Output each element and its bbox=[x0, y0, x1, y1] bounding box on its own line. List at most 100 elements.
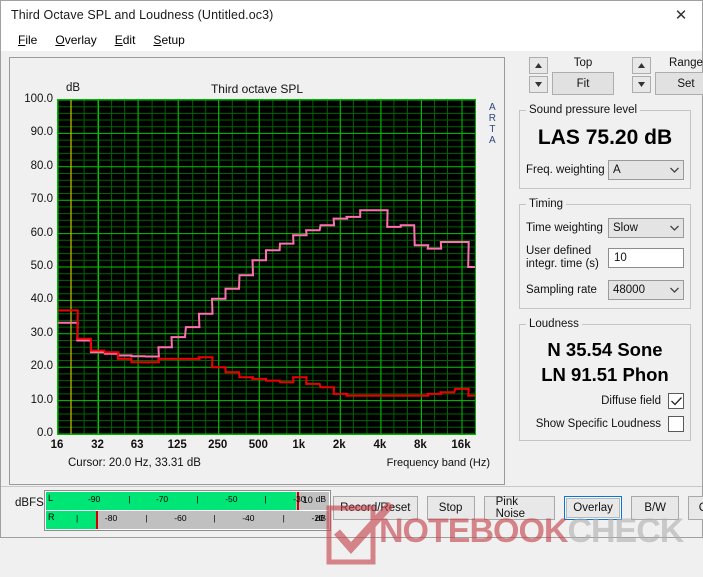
timing-group-label: Timing bbox=[526, 198, 566, 210]
app-window: Third Octave SPL and Loudness (Untitled.… bbox=[0, 0, 703, 538]
top-control-group: Top Fit bbox=[529, 57, 614, 95]
meter-tick: | bbox=[76, 513, 78, 523]
spl-plot bbox=[58, 100, 475, 434]
left-peak-value: 10 bbox=[303, 495, 313, 505]
freq-weighting-select[interactable]: A bbox=[608, 160, 684, 180]
button-overlay[interactable]: Overlay bbox=[564, 496, 622, 520]
cursor-readout: Cursor: 20.0 Hz, 33.31 dB bbox=[68, 457, 201, 469]
menu-edit-accel: E bbox=[115, 33, 123, 47]
right-peak-marker bbox=[96, 511, 98, 529]
menu-overlay[interactable]: Overlay bbox=[46, 31, 105, 49]
range-set-button[interactable]: Set bbox=[655, 72, 703, 95]
loudness-sone-value: N 35.54 Sone bbox=[526, 338, 684, 361]
menu-edit-label: dit bbox=[123, 33, 136, 47]
spl-group-label: Sound pressure level bbox=[526, 104, 640, 116]
title-bar: Third Octave SPL and Loudness (Untitled.… bbox=[1, 1, 702, 29]
top-decrease-icon[interactable] bbox=[529, 76, 548, 93]
range-increase-icon[interactable] bbox=[632, 57, 651, 74]
x-axis-labels: 1632631252505001k2k4k8k16k bbox=[57, 439, 476, 455]
meter-tick: -60 bbox=[174, 513, 186, 523]
right-channel-label: R bbox=[48, 512, 55, 522]
x-axis-title: Frequency band (Hz) bbox=[387, 457, 490, 469]
meter-tick: | bbox=[128, 494, 130, 504]
top-increase-icon[interactable] bbox=[529, 57, 548, 74]
left-unit-label: dB bbox=[316, 494, 326, 504]
integration-time-input[interactable]: 10 bbox=[608, 248, 684, 268]
x-tick-label: 4k bbox=[373, 439, 386, 451]
loudness-phon-value: LN 91.51 Phon bbox=[526, 363, 684, 386]
y-tick-label: 20.0 bbox=[31, 360, 53, 372]
menu-setup[interactable]: Setup bbox=[144, 31, 193, 49]
meter-tick: -40 bbox=[242, 513, 254, 523]
sampling-rate-value: 48000 bbox=[613, 284, 670, 296]
close-icon[interactable]: ✕ bbox=[660, 2, 702, 29]
meter-tick: -90 bbox=[88, 494, 100, 504]
y-tick-label: 60.0 bbox=[31, 227, 53, 239]
freq-weighting-row: Freq. weighting A bbox=[526, 160, 684, 180]
sampling-rate-row: Sampling rate 48000 bbox=[526, 280, 684, 300]
time-weighting-value: Slow bbox=[613, 222, 670, 234]
show-specific-loudness-label: Show Specific Loudness bbox=[536, 418, 661, 430]
menu-edit[interactable]: Edit bbox=[106, 31, 145, 49]
time-weighting-label: Time weighting bbox=[526, 222, 608, 235]
button-stop[interactable]: Stop bbox=[427, 496, 475, 520]
top-caption: Top bbox=[574, 57, 593, 69]
menu-setup-label: etup bbox=[161, 33, 184, 47]
meter-tick: | bbox=[145, 513, 147, 523]
chevron-down-icon bbox=[670, 225, 679, 231]
chevron-down-icon bbox=[670, 167, 679, 173]
show-specific-loudness-row[interactable]: Show Specific Loudness bbox=[526, 416, 684, 432]
chart-title: Third octave SPL bbox=[10, 82, 504, 96]
meter-tick: -80 bbox=[105, 513, 117, 523]
button-record-reset[interactable]: Record/Reset bbox=[333, 496, 418, 520]
button-copy[interactable]: Copy bbox=[688, 496, 703, 520]
chevron-down-icon bbox=[670, 287, 679, 293]
freq-weighting-label: Freq. weighting bbox=[526, 164, 608, 177]
level-meter-right[interactable]: R |-80|-60|-40|-20| dB bbox=[46, 511, 329, 529]
x-tick-label: 8k bbox=[414, 439, 427, 451]
x-tick-label: 1k bbox=[292, 439, 305, 451]
y-tick-label: 70.0 bbox=[31, 193, 53, 205]
level-meter-left[interactable]: L -90|-70|-50|-30| 10 dB bbox=[46, 492, 329, 510]
menu-file[interactable]: File bbox=[9, 31, 46, 49]
settings-panel: Top Fit Range Set Sound pressure bbox=[511, 53, 697, 485]
range-spinner bbox=[632, 57, 649, 95]
right-unit-label: dB bbox=[316, 513, 326, 523]
sampling-rate-select[interactable]: 48000 bbox=[608, 280, 684, 300]
scale-controls: Top Fit Range Set bbox=[511, 53, 697, 95]
y-tick-label: 100.0 bbox=[24, 93, 53, 105]
x-tick-label: 32 bbox=[91, 439, 104, 451]
y-tick-label: 0.0 bbox=[37, 427, 53, 439]
sound-pressure-level-group: Sound pressure level LAS 75.20 dB Freq. … bbox=[519, 104, 691, 189]
window-title: Third Octave SPL and Loudness (Untitled.… bbox=[11, 8, 273, 22]
x-tick-label: 125 bbox=[168, 439, 187, 451]
diffuse-field-label: Diffuse field bbox=[601, 395, 661, 407]
show-specific-loudness-checkbox[interactable] bbox=[668, 416, 684, 432]
x-tick-label: 2k bbox=[333, 439, 346, 451]
x-tick-label: 63 bbox=[131, 439, 144, 451]
y-tick-label: 50.0 bbox=[31, 260, 53, 272]
left-level-fill bbox=[46, 492, 296, 510]
time-weighting-select[interactable]: Slow bbox=[608, 218, 684, 238]
plot-area[interactable] bbox=[57, 99, 476, 435]
loudness-group: Loudness N 35.54 Sone LN 91.51 Phon Diff… bbox=[519, 318, 691, 441]
range-column: Range Set bbox=[655, 57, 703, 95]
top-fit-button[interactable]: Fit bbox=[552, 72, 614, 95]
range-decrease-icon[interactable] bbox=[632, 76, 651, 93]
x-tick-label: 250 bbox=[208, 439, 227, 451]
top-column: Top Fit bbox=[552, 57, 614, 95]
arta-a2: A bbox=[489, 135, 496, 146]
meter-tick: | bbox=[283, 513, 285, 523]
meter-tick: | bbox=[196, 494, 198, 504]
check-icon bbox=[671, 397, 682, 406]
diffuse-field-checkbox[interactable] bbox=[668, 393, 684, 409]
loudness-group-label: Loudness bbox=[526, 318, 582, 330]
integration-time-label: User defined integr. time (s) bbox=[526, 245, 608, 271]
y-tick-label: 40.0 bbox=[31, 293, 53, 305]
diffuse-field-row[interactable]: Diffuse field bbox=[526, 393, 684, 409]
button-pink-noise[interactable]: Pink Noise bbox=[484, 496, 555, 520]
level-meter: L -90|-70|-50|-30| 10 dB R |-80|-60|-40|… bbox=[44, 490, 331, 531]
button-b-w[interactable]: B/W bbox=[631, 496, 679, 520]
menu-overlay-label: verlay bbox=[65, 33, 97, 47]
top-spinner bbox=[529, 57, 546, 95]
